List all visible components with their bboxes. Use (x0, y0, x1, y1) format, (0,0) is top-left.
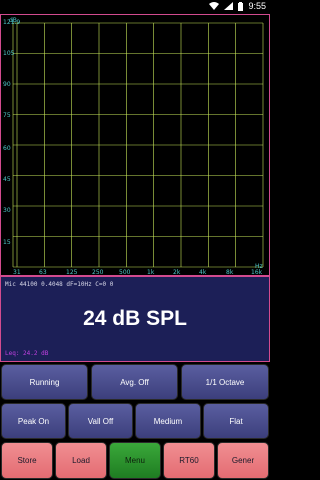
leq-text: Leq: 24.2 dB (5, 350, 49, 357)
store-button[interactable]: Store (1, 442, 53, 479)
clock: 9:55 (248, 1, 266, 11)
y-tick-label: 45 (3, 176, 11, 183)
rt60-button[interactable]: RT60 (163, 442, 215, 479)
vall-off-button[interactable]: Vall Off (68, 403, 133, 439)
signal-icon (224, 2, 234, 10)
generator-button[interactable]: Gener (217, 442, 269, 479)
wifi-icon (209, 2, 220, 10)
spl-value: 24 dB SPL (83, 307, 187, 330)
battery-icon (238, 1, 244, 11)
y-tick-label: 105 (3, 50, 15, 57)
medium-button[interactable]: Medium (135, 403, 201, 439)
status-icons: 9:55 (209, 1, 266, 11)
y-tick-label: 75 (3, 112, 11, 119)
y-tick-label: 90 (3, 81, 11, 88)
y-tick-label: 60 (3, 145, 11, 152)
peak-on-button[interactable]: Peak On (1, 403, 66, 439)
y-tick-label: 15 (3, 239, 11, 246)
spl-panel: Mic 44100 0.4048 dF=10Hz C=0 0 24 dB SPL… (0, 276, 270, 362)
y-tick-label: 30 (3, 207, 11, 214)
spectrum-plot[interactable]: dB 121.9 Hz 105 90 75 60 45 30 15 31 63 … (0, 14, 270, 276)
mic-info-text: Mic 44100 0.4048 dF=10Hz C=0 0 (5, 281, 114, 288)
status-bar: 9:55 (0, 0, 270, 14)
flat-button[interactable]: Flat (203, 403, 269, 439)
control-panel: Running Avg. Off 1/1 Octave Peak On Vall… (0, 362, 270, 480)
running-button[interactable]: Running (1, 364, 88, 400)
avg-off-button[interactable]: Avg. Off (91, 364, 178, 400)
load-button[interactable]: Load (55, 442, 107, 479)
y-axis-top-label: 121.9 (3, 19, 21, 26)
octave-button[interactable]: 1/1 Octave (181, 364, 269, 400)
spectrum-grid (12, 22, 264, 268)
menu-button[interactable]: Menu (109, 442, 161, 479)
